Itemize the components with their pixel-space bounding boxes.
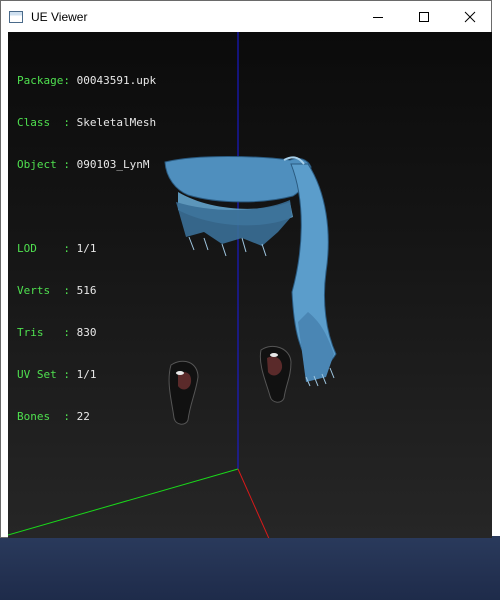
right-boot-mesh xyxy=(259,346,292,403)
info-verts: Verts : 516 xyxy=(17,284,156,298)
info-package: Package: 00043591.upk xyxy=(17,74,156,88)
class-value: SkeletalMesh xyxy=(76,116,157,129)
window-app-icon[interactable] xyxy=(9,10,23,23)
package-label: Package: xyxy=(17,74,77,87)
desktop-background xyxy=(0,536,500,600)
x-axis xyxy=(237,468,270,538)
maximize-button[interactable] xyxy=(401,1,447,32)
info-object: Object : 090103_LynM xyxy=(17,158,156,172)
tris-label: Tris : xyxy=(17,326,77,339)
ue-viewer-window: UE Viewer Package: 00043591.upk Class: … xyxy=(0,0,492,538)
minimize-button[interactable] xyxy=(355,1,401,32)
verts-value: 516 xyxy=(76,284,97,297)
lod-value: 1/1 xyxy=(76,242,97,255)
minimize-icon xyxy=(373,16,383,18)
uvset-value: 1/1 xyxy=(76,368,97,381)
maximize-icon xyxy=(419,11,429,22)
verts-label: Verts : xyxy=(17,284,77,297)
lod-label: LOD : xyxy=(17,242,77,255)
window-title: UE Viewer xyxy=(31,9,88,24)
headband-mesh xyxy=(164,156,337,387)
info-class: Class : SkeletalMesh xyxy=(17,116,156,130)
title-bar[interactable]: UE Viewer xyxy=(1,1,491,32)
close-button[interactable] xyxy=(447,1,493,32)
object-label: Object : xyxy=(17,158,77,171)
mesh-info-overlay: Package: 00043591.upk Class : SkeletalMe… xyxy=(17,46,156,452)
info-bones: Bones : 22 xyxy=(17,410,156,424)
package-value: 00043591.upk xyxy=(76,74,157,87)
y-axis xyxy=(8,468,239,536)
tris-value: 830 xyxy=(76,326,97,339)
info-lod: LOD : 1/1 xyxy=(17,242,156,256)
bones-value: 22 xyxy=(76,410,90,423)
left-boot-mesh xyxy=(168,360,199,425)
bones-label: Bones : xyxy=(17,410,77,423)
object-value: 090103_LynM xyxy=(76,158,150,171)
uvset-label: UV Set : xyxy=(17,368,77,381)
info-tris: Tris : 830 xyxy=(17,326,156,340)
info-uvset: UV Set : 1/1 xyxy=(17,368,156,382)
class-label: Class : xyxy=(17,116,77,129)
close-icon xyxy=(464,11,476,22)
3d-viewport[interactable]: Package: 00043591.upk Class : SkeletalMe… xyxy=(8,32,492,538)
